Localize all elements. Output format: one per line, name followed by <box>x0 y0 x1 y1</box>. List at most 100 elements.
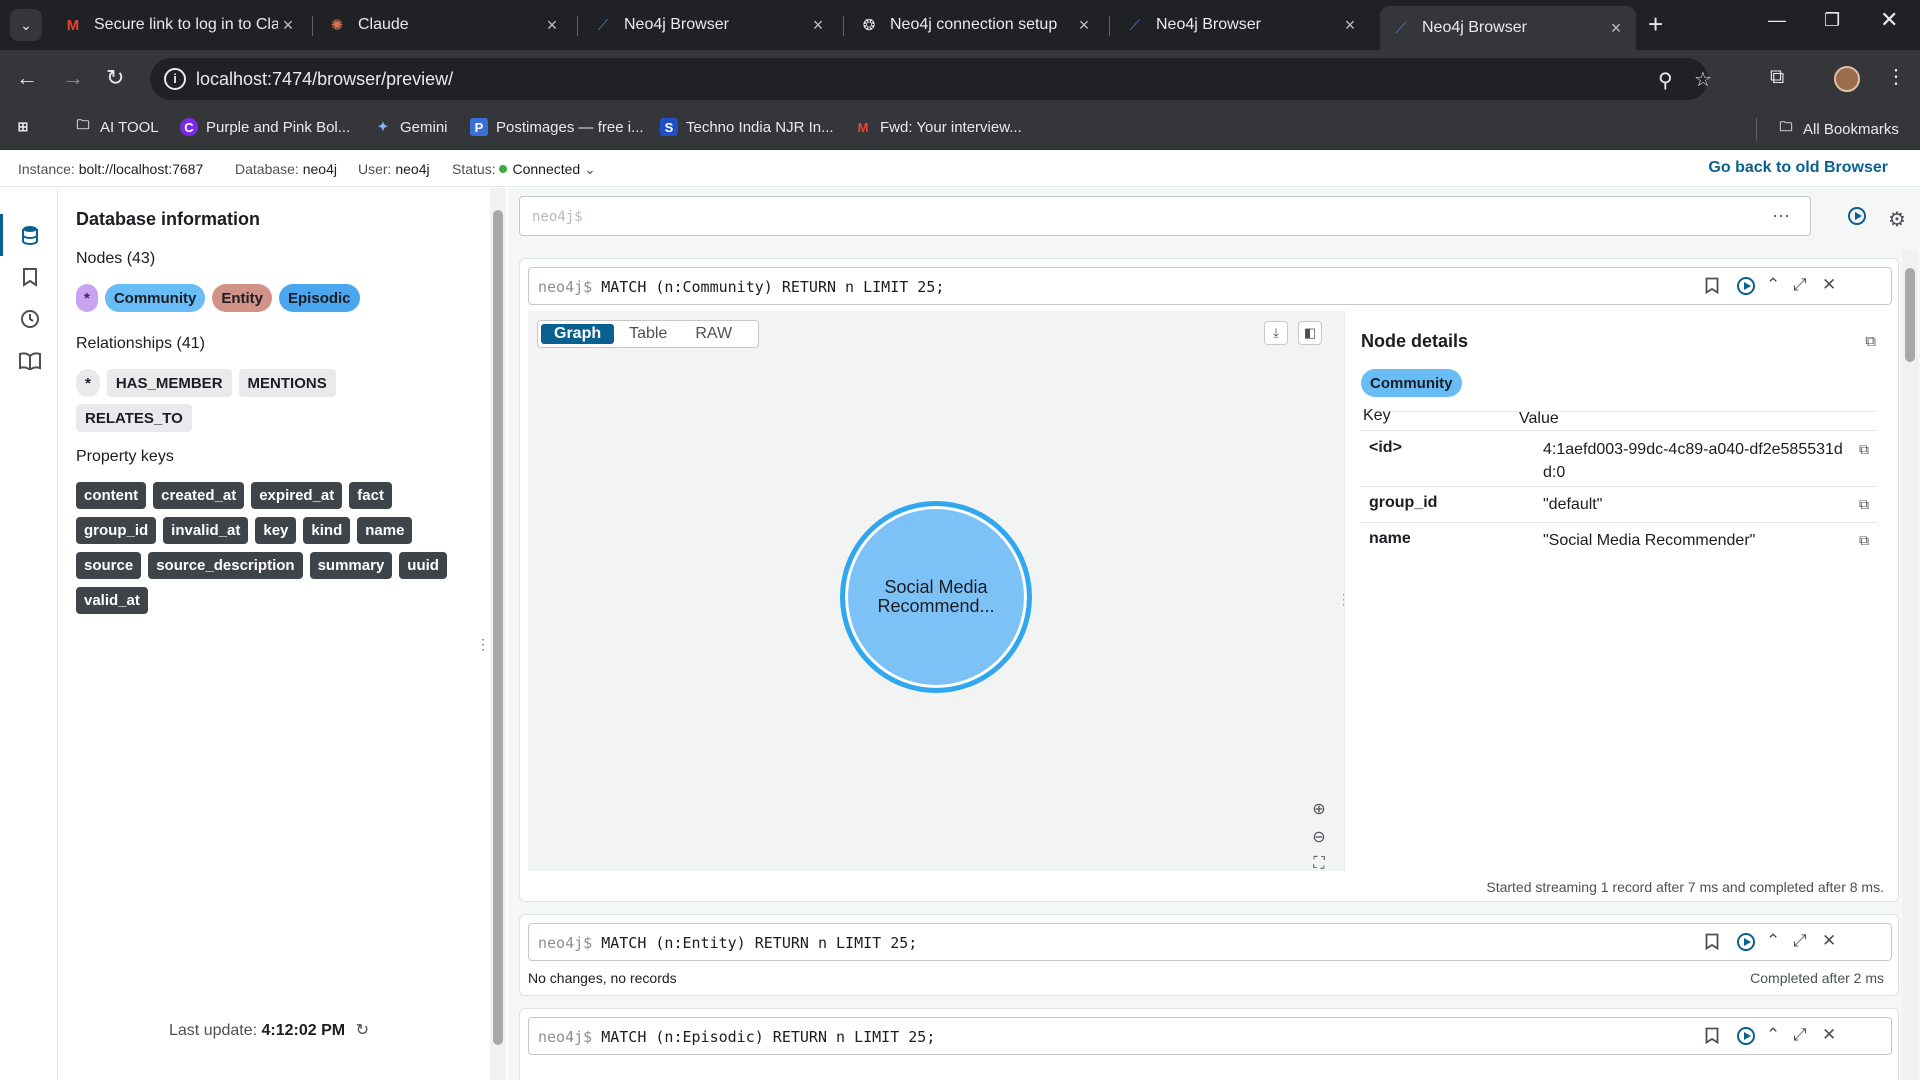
tab-raw[interactable]: RAW <box>682 324 745 344</box>
bookmark-icon[interactable] <box>19 266 41 288</box>
frame-query-bar[interactable]: neo4j$ MATCH (n:Community) RETURN n LIMI… <box>528 267 1892 305</box>
fit-to-screen-icon[interactable]: ⛶ <box>1313 855 1324 873</box>
bookmark-item[interactable]: C Purple and Pink Bol... <box>180 118 350 136</box>
tab-table[interactable]: Table <box>616 324 680 344</box>
reload-icon[interactable]: ↻ <box>106 66 124 90</box>
property-key-chip[interactable]: name <box>357 517 413 544</box>
apps-icon[interactable]: ⊞ <box>14 118 32 136</box>
address-bar[interactable]: i localhost:7474/browser/preview/ ⚲ ☆ <box>150 58 1712 100</box>
close-tab-icon[interactable]: × <box>1606 18 1626 39</box>
property-key-chip[interactable]: uuid <box>399 552 447 579</box>
relationship-type-chip[interactable]: * <box>76 369 100 397</box>
back-icon[interactable]: ← <box>16 66 38 90</box>
rerun-button[interactable] <box>1737 1027 1755 1045</box>
frame-query-bar[interactable]: neo4j$ MATCH (n:Episodic) RETURN n LIMIT… <box>528 1017 1892 1055</box>
extensions-icon[interactable]: ⧉ <box>1770 66 1784 89</box>
copy-icon[interactable]: ⧉ <box>1859 532 1869 549</box>
close-tab-icon[interactable]: × <box>278 15 298 36</box>
collapse-icon[interactable]: ⌃ <box>1766 275 1780 295</box>
cypher-editor[interactable]: neo4j$ ··· <box>519 196 1811 236</box>
go-back-old-browser-link[interactable]: Go back to old Browser <box>1708 159 1888 177</box>
browser-tab[interactable]: ⟋ Neo4j Browser × <box>582 8 838 42</box>
bookmark-item[interactable]: M Fwd: Your interview... <box>854 118 1022 136</box>
restore-icon[interactable]: ❐ <box>1824 10 1840 31</box>
browser-tab[interactable]: M Secure link to log in to Claude × <box>52 8 308 42</box>
collapse-icon[interactable]: ⌃ <box>1766 1025 1780 1045</box>
forward-icon[interactable]: → <box>62 66 84 90</box>
property-key-chip[interactable]: created_at <box>153 482 245 509</box>
bookmark-item[interactable]: ✦ Gemini <box>374 118 448 136</box>
tab-search-button[interactable]: ⌄ <box>10 9 42 41</box>
site-info-icon[interactable]: i <box>164 68 186 90</box>
close-frame-icon[interactable]: ✕ <box>1822 1025 1836 1045</box>
menu-icon[interactable]: ⋮ <box>1886 64 1906 89</box>
property-key-chip[interactable]: invalid_at <box>163 517 249 544</box>
book-icon[interactable] <box>19 350 41 372</box>
rerun-button[interactable] <box>1737 933 1755 951</box>
copy-icon[interactable]: ⧉ <box>1859 496 1869 513</box>
fullscreen-icon[interactable]: ⤢ <box>1793 1025 1807 1045</box>
rerun-button[interactable] <box>1737 277 1755 295</box>
database-icon[interactable] <box>19 224 41 246</box>
frame-query[interactable]: neo4j$ MATCH (n:Community) RETURN n LIMI… <box>538 278 944 296</box>
bookmark-item[interactable]: S Techno India NJR In... <box>660 118 834 136</box>
node-label-chip[interactable]: Entity <box>212 284 273 312</box>
relationship-type-chip[interactable]: HAS_MEMBER <box>106 369 232 397</box>
run-query-button[interactable] <box>1848 207 1866 225</box>
close-frame-icon[interactable]: ✕ <box>1822 931 1836 951</box>
collapse-icon[interactable]: ⌃ <box>1766 931 1780 951</box>
close-tab-icon[interactable]: × <box>1340 15 1360 36</box>
close-frame-icon[interactable]: ✕ <box>1822 275 1836 295</box>
stream-scrollbar[interactable] <box>1902 250 1918 1080</box>
browser-tab-active[interactable]: ⟋ Neo4j Browser × <box>1380 6 1636 50</box>
property-key-chip[interactable]: fact <box>349 482 392 509</box>
browser-tab[interactable]: ✺ Claude × <box>316 8 572 42</box>
bookmark-item[interactable]: 🗀 AI TOOL <box>74 117 158 136</box>
property-key-chip[interactable]: kind <box>303 517 351 544</box>
property-key-chip[interactable]: source <box>76 552 142 579</box>
graph-node[interactable]: Social Media Recommend... <box>840 501 1032 693</box>
history-icon[interactable] <box>19 308 41 330</box>
all-bookmarks[interactable]: 🗀 All Bookmarks <box>1756 118 1899 140</box>
property-key-chip[interactable]: content <box>76 482 147 509</box>
bookmark-icon[interactable] <box>1705 933 1719 955</box>
tab-graph[interactable]: Graph <box>541 324 615 344</box>
fullscreen-icon[interactable]: ⤢ <box>1793 275 1807 295</box>
property-key-chip[interactable]: valid_at <box>76 587 148 614</box>
new-tab-button[interactable]: + <box>1648 10 1663 38</box>
close-tab-icon[interactable]: × <box>1074 15 1094 36</box>
bookmark-icon[interactable] <box>1705 277 1719 299</box>
frame-query[interactable]: neo4j$ MATCH (n:Episodic) RETURN n LIMIT… <box>538 1028 935 1046</box>
close-tab-icon[interactable]: × <box>808 15 828 36</box>
profile-avatar[interactable] <box>1834 66 1860 92</box>
property-key-chip[interactable]: source_description <box>148 552 303 579</box>
browser-tab[interactable]: ❂ Neo4j connection setup × <box>848 8 1104 42</box>
more-options-icon[interactable]: ··· <box>1772 205 1790 226</box>
toggle-panel-icon[interactable]: ◧ <box>1298 321 1322 345</box>
minimize-icon[interactable]: — <box>1768 10 1786 31</box>
zoom-in-icon[interactable]: ⊕ <box>1312 799 1325 819</box>
details-label-chip[interactable]: Community <box>1361 369 1462 397</box>
relationship-type-chip[interactable]: RELATES_TO <box>76 404 192 432</box>
close-window-icon[interactable]: ✕ <box>1880 7 1898 33</box>
zoom-icon[interactable]: ⚲ <box>1658 68 1673 93</box>
scrollbar-thumb[interactable] <box>493 210 503 1045</box>
frame-query-bar[interactable]: neo4j$ MATCH (n:Entity) RETURN n LIMIT 2… <box>528 923 1892 961</box>
copy-icon[interactable]: ⧉ <box>1859 441 1869 458</box>
browser-tab[interactable]: ⟋ Neo4j Browser × <box>1114 8 1370 42</box>
bookmark-item[interactable]: P Postimages — free i... <box>470 118 644 136</box>
refresh-icon[interactable]: ↻ <box>356 1022 369 1039</box>
property-key-chip[interactable]: key <box>255 517 297 544</box>
relationship-type-chip[interactable]: MENTIONS <box>238 369 336 397</box>
fullscreen-icon[interactable]: ⤢ <box>1793 931 1807 951</box>
copy-icon[interactable]: ⧉ <box>1865 333 1876 350</box>
scrollbar-thumb[interactable] <box>1905 268 1915 362</box>
download-icon[interactable]: ⤓ <box>1264 321 1288 345</box>
property-key-chip[interactable]: expired_at <box>251 482 343 509</box>
close-tab-icon[interactable]: × <box>542 15 562 36</box>
sidebar-scrollbar[interactable] <box>490 188 506 1080</box>
zoom-out-icon[interactable]: ⊖ <box>1312 827 1325 847</box>
connection-status[interactable]: Status: Connected ⌄ <box>452 161 596 178</box>
node-label-chip[interactable]: Community <box>104 284 206 312</box>
property-key-chip[interactable]: group_id <box>76 517 157 544</box>
